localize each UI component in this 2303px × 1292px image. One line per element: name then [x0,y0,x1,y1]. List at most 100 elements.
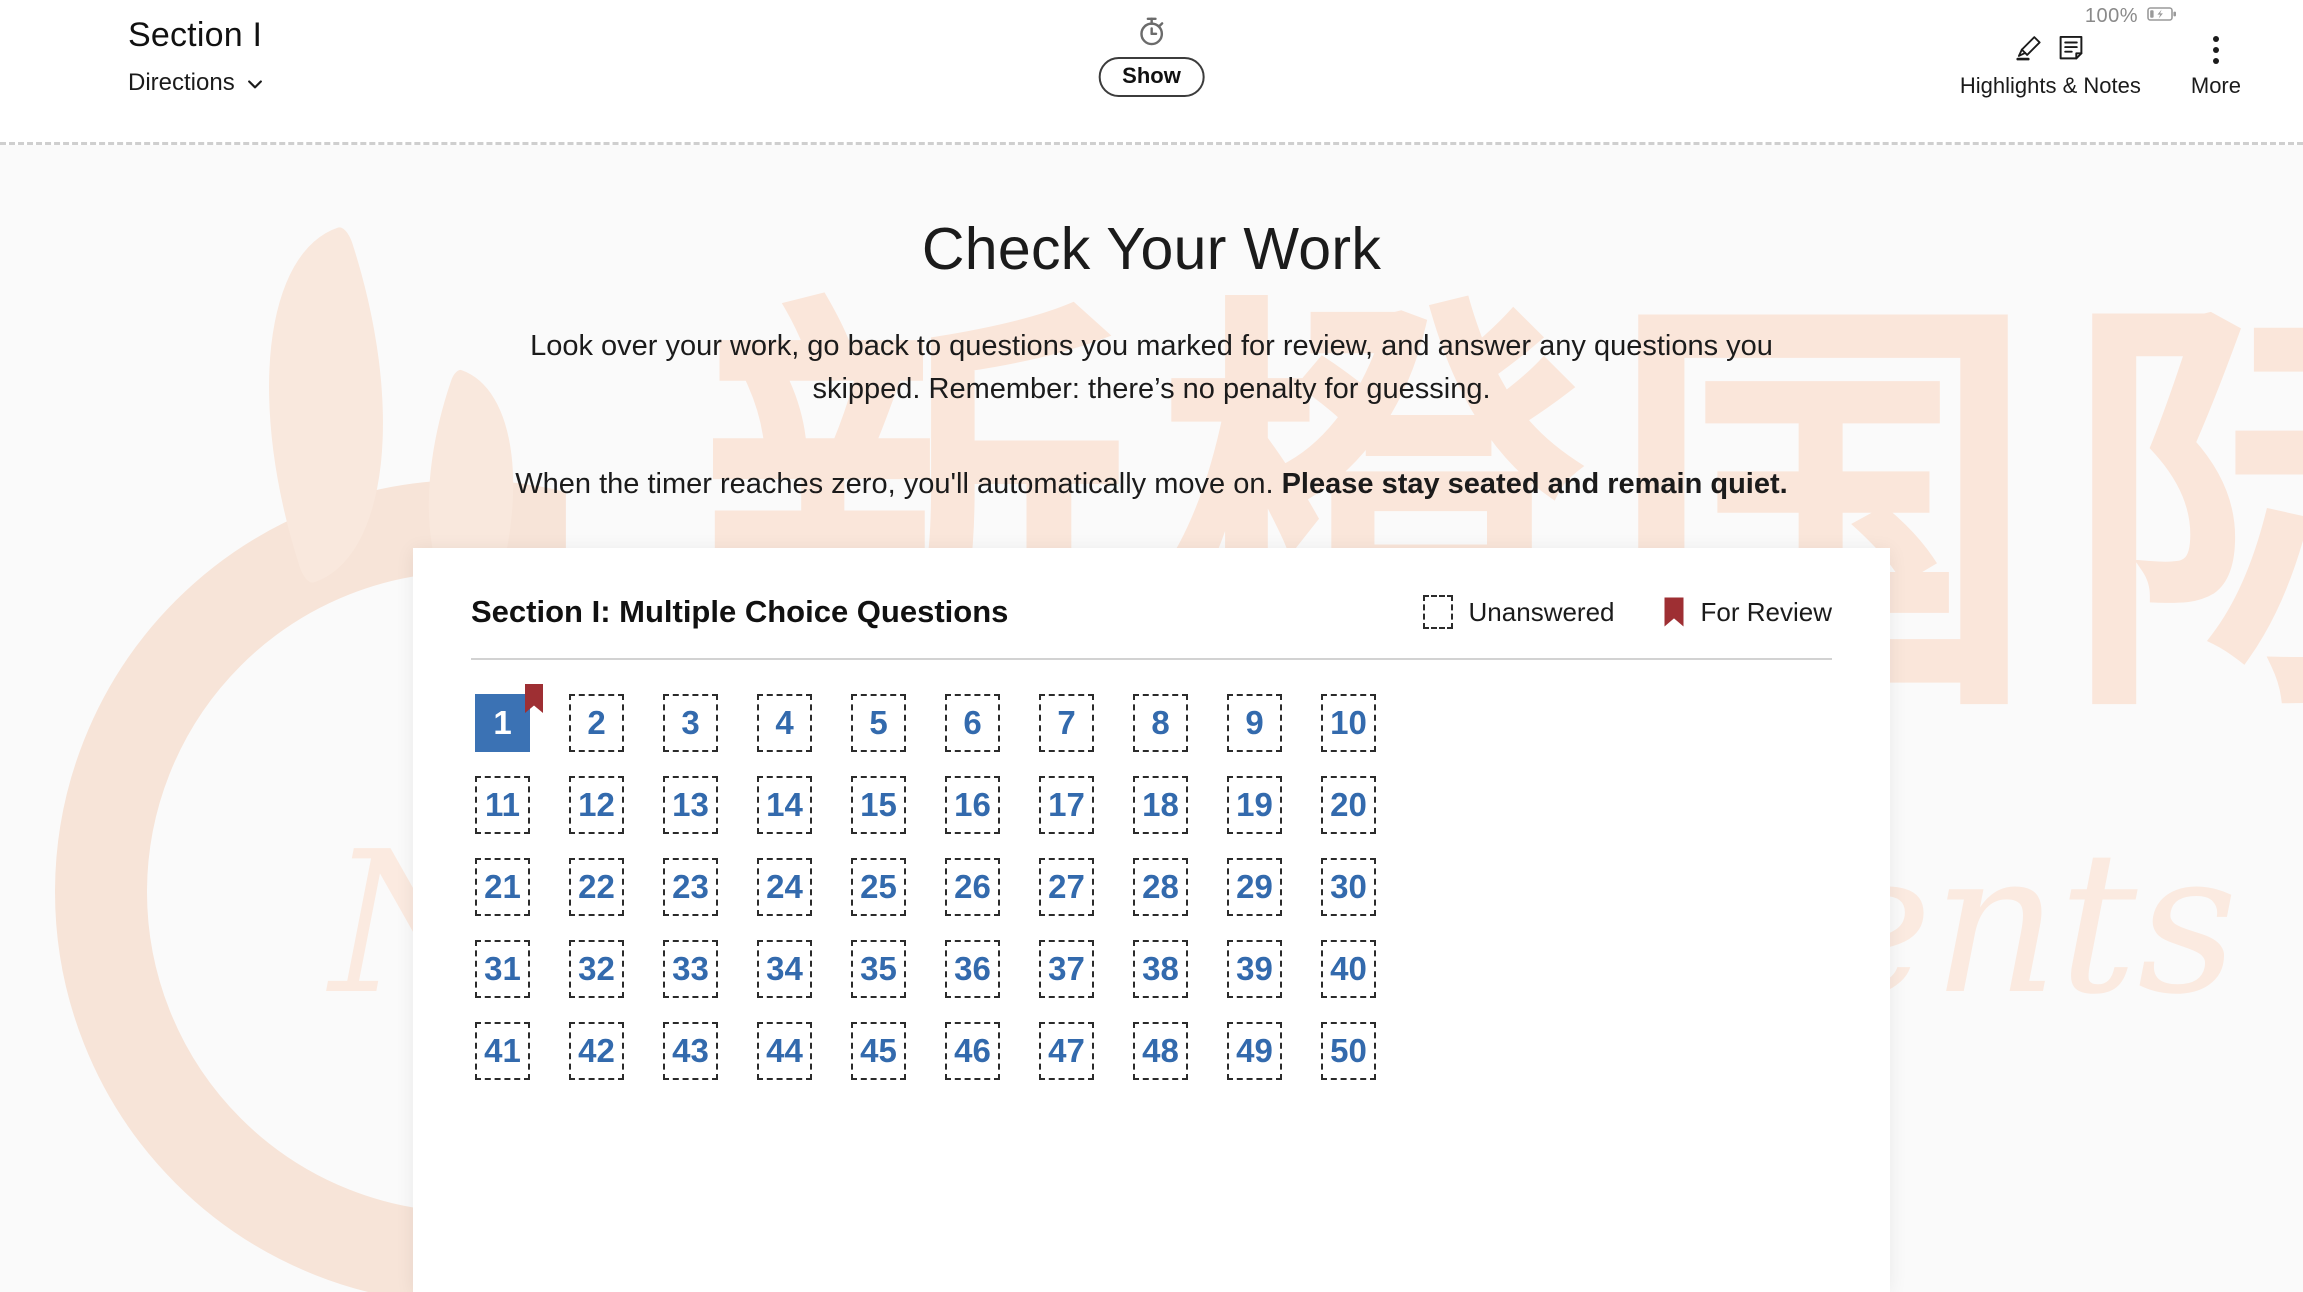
directions-label: Directions [128,69,235,96]
question-button-42[interactable]: 42 [569,1022,624,1080]
highlights-notes-icons [2014,33,2086,67]
question-button-49[interactable]: 49 [1227,1022,1282,1080]
question-cell: 43 [663,1022,757,1104]
legend-label-unanswered: Unanswered [1468,596,1615,627]
question-button-2[interactable]: 2 [569,694,624,752]
dashed-square-icon [1422,595,1453,629]
question-cell: 44 [757,1022,851,1104]
question-button-30[interactable]: 30 [1321,858,1376,916]
question-button-11[interactable]: 11 [475,776,530,834]
question-button-16[interactable]: 16 [945,776,1000,834]
question-button-10[interactable]: 10 [1321,694,1376,752]
question-button-36[interactable]: 36 [945,940,1000,998]
question-cell: 28 [1133,858,1227,940]
card-title: Section I: Multiple Choice Questions [471,594,1009,629]
question-button-32[interactable]: 32 [569,940,624,998]
question-cell: 23 [663,858,757,940]
battery-status: 100% [2085,5,2177,28]
question-button-1[interactable]: 1 [475,684,543,752]
question-button-26[interactable]: 26 [945,858,1000,916]
question-button-9[interactable]: 9 [1227,694,1282,752]
question-button-35[interactable]: 35 [851,940,906,998]
question-cell: 48 [1133,1022,1227,1104]
question-button-5[interactable]: 5 [851,694,906,752]
highlights-notes-button[interactable]: Highlights & Notes [1960,33,2141,99]
battery-charging-icon [2147,6,2177,27]
question-button-23[interactable]: 23 [663,858,718,916]
question-cell: 14 [757,776,851,858]
page-title: Section I [128,16,263,54]
question-button-39[interactable]: 39 [1227,940,1282,998]
question-cell: 45 [851,1022,945,1104]
highlighter-icon [2014,33,2044,68]
header-divider [0,142,2303,145]
question-button-7[interactable]: 7 [1039,694,1094,752]
question-button-43[interactable]: 43 [663,1022,718,1080]
question-cell: 3 [663,694,757,776]
question-button-48[interactable]: 48 [1133,1022,1188,1080]
question-cell: 36 [945,940,1039,1022]
question-cell: 27 [1039,858,1133,940]
question-button-20[interactable]: 20 [1321,776,1376,834]
header-right-group: 100% Highlights & Notes More [1960,5,2241,99]
question-cell: 22 [569,858,663,940]
question-button-31[interactable]: 31 [475,940,530,998]
question-cell: 6 [945,694,1039,776]
bookmark-flag-icon [1663,596,1685,628]
question-button-8[interactable]: 8 [1133,694,1188,752]
question-button-46[interactable]: 46 [945,1022,1000,1080]
more-button[interactable]: More [2191,33,2241,99]
question-button-37[interactable]: 37 [1039,940,1094,998]
question-cell: 2 [569,694,663,776]
question-button-47[interactable]: 47 [1039,1022,1094,1080]
question-button-38[interactable]: 38 [1133,940,1188,998]
question-button-6[interactable]: 6 [945,694,1000,752]
question-button-28[interactable]: 28 [1133,858,1188,916]
card-header: Section I: Multiple Choice Questions Una… [413,548,1890,630]
question-cell: 34 [757,940,851,1022]
question-cell: 8 [1133,694,1227,776]
question-button-12[interactable]: 12 [569,776,624,834]
question-cell: 47 [1039,1022,1133,1104]
question-button-33[interactable]: 33 [663,940,718,998]
question-button-25[interactable]: 25 [851,858,906,916]
question-cell: 18 [1133,776,1227,858]
question-cell: 30 [1321,858,1415,940]
question-button-27[interactable]: 27 [1039,858,1094,916]
question-button-4[interactable]: 4 [757,694,812,752]
question-button-29[interactable]: 29 [1227,858,1282,916]
question-button-14[interactable]: 14 [757,776,812,834]
question-button-22[interactable]: 22 [569,858,624,916]
question-button-21[interactable]: 21 [475,858,530,916]
question-button-44[interactable]: 44 [757,1022,812,1080]
question-button-15[interactable]: 15 [851,776,906,834]
question-cell: 42 [569,1022,663,1104]
question-button-45[interactable]: 45 [851,1022,906,1080]
legend-label-for-review: For Review [1700,596,1832,627]
question-cell: 10 [1321,694,1415,776]
header-timer-group: Show [1098,14,1205,98]
question-cell: 31 [475,940,569,1022]
question-cell: 4 [757,694,851,776]
question-cell: 5 [851,694,945,776]
intro-paragraph-2-normal: When the timer reaches zero, you'll auto… [515,467,1282,500]
question-button-17[interactable]: 17 [1039,776,1094,834]
question-button-41[interactable]: 41 [475,1022,530,1080]
question-button-13[interactable]: 13 [663,776,718,834]
legend-item-unanswered: Unanswered [1422,595,1615,629]
highlights-notes-label: Highlights & Notes [1959,73,2141,98]
question-cell: 1 [475,684,569,776]
question-button-18[interactable]: 18 [1133,776,1188,834]
question-cell: 33 [663,940,757,1022]
question-button-50[interactable]: 50 [1321,1022,1376,1080]
intro-paragraph-2-bold: Please stay seated and remain quiet. [1281,467,1788,500]
question-button-3[interactable]: 3 [663,694,718,752]
question-button-24[interactable]: 24 [757,858,812,916]
question-button-19[interactable]: 19 [1227,776,1282,834]
question-button-34[interactable]: 34 [757,940,812,998]
question-cell: 21 [475,858,569,940]
more-label: More [2190,73,2241,98]
show-timer-button[interactable]: Show [1098,57,1205,98]
directions-button[interactable]: Directions [128,69,265,97]
question-button-40[interactable]: 40 [1321,940,1376,998]
